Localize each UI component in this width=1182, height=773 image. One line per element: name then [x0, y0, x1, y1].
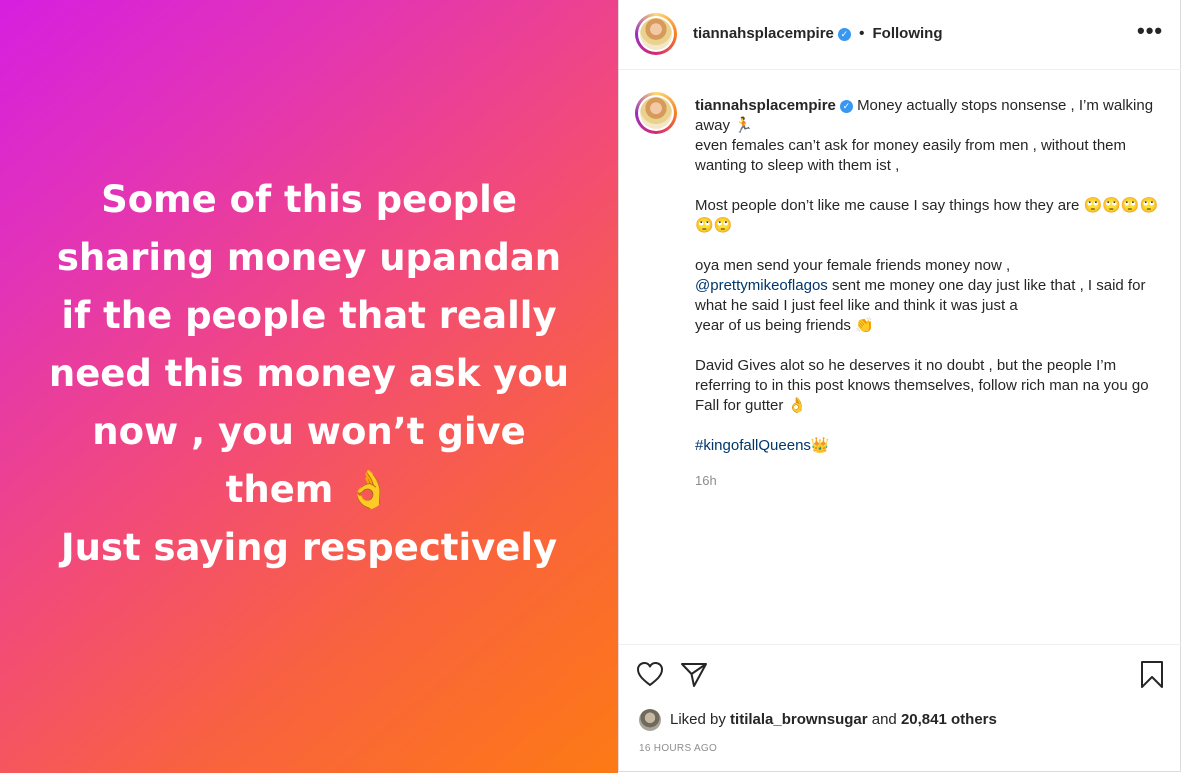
- following-button[interactable]: Following: [873, 25, 943, 42]
- action-bar: Liked by titilala_brownsugar and 20,841 …: [619, 644, 1181, 772]
- liked-user[interactable]: titilala_brownsugar: [730, 711, 868, 728]
- bookmark-icon[interactable]: [1137, 659, 1167, 689]
- story-text: Some of this people sharing money upanda…: [48, 177, 570, 569]
- story-image: Some of this people sharing money upanda…: [0, 0, 618, 773]
- heart-icon[interactable]: [635, 659, 665, 689]
- post-timestamp[interactable]: 16 HOURS AGO: [639, 743, 717, 754]
- header-user-line: tiannahsplacempire ✓ • Following: [693, 25, 942, 42]
- header-username[interactable]: tiannahsplacempire: [693, 25, 834, 42]
- verified-badge-icon: ✓: [839, 100, 853, 113]
- caption-line-3: Most people don’t like me cause I say th…: [695, 197, 1159, 234]
- caption-line-2: even females can’t ask for money easily …: [695, 137, 1131, 174]
- liker-avatar[interactable]: [639, 709, 661, 731]
- post-caption: tiannahsplacempire ✓ Money actually stops…: [695, 96, 1169, 456]
- caption-time-ago[interactable]: 16h: [695, 473, 717, 488]
- avatar[interactable]: [635, 13, 677, 55]
- liked-prefix: Liked by: [670, 711, 726, 728]
- caption-line-4: oya men send your female friends money n…: [695, 257, 1011, 274]
- caption-username[interactable]: tiannahsplacempire: [695, 97, 836, 114]
- verified-badge-icon: ✓: [837, 28, 851, 41]
- separator-dot: •: [859, 25, 865, 42]
- caption-line-6: David Gives alot so he deserves it no do…: [695, 357, 1153, 414]
- caption-avatar[interactable]: [635, 92, 677, 134]
- liked-count[interactable]: 20,841 others: [901, 711, 997, 728]
- liked-and: and: [871, 711, 897, 728]
- post-panel: tiannahsplacempire ✓ • Following ••• tian…: [618, 0, 1181, 772]
- likes-summary: Liked by titilala_brownsugar and 20,841 …: [670, 711, 997, 728]
- post-header: tiannahsplacempire ✓ • Following •••: [619, 0, 1181, 70]
- share-icon[interactable]: [679, 659, 709, 689]
- mention-link[interactable]: @prettymikeoflagos: [695, 277, 828, 294]
- more-options-icon[interactable]: •••: [1137, 20, 1163, 46]
- hashtag-link[interactable]: #kingofallQueens👑: [695, 437, 830, 454]
